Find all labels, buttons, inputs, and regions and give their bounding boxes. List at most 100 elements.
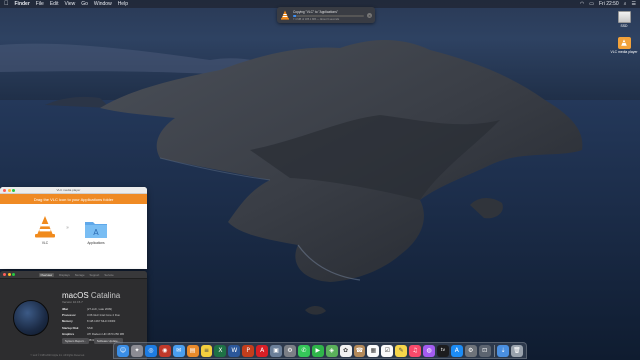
menu-file[interactable]: File (36, 1, 44, 7)
os-version: Version 10.15.7 (62, 300, 83, 304)
menu-help[interactable]: Help (118, 1, 128, 7)
apple-icon[interactable]:  (4, 1, 9, 7)
tab-storage[interactable]: Storage (75, 273, 85, 277)
desktop-icon-label: SSD (620, 24, 628, 28)
gear-icon[interactable]: ⚙ (283, 344, 296, 357)
launchpad-icon[interactable]: ✦ (131, 344, 143, 357)
mail-icon[interactable]: ✉ (172, 344, 185, 357)
messages-icon[interactable]: ✆ (297, 344, 310, 357)
control-list-icon[interactable]: ☰ (632, 1, 636, 7)
maps-icon[interactable]: ◈ (325, 344, 338, 357)
os-name: macOS Catalina (62, 291, 120, 300)
os-name-text: macOS (62, 291, 89, 300)
vlc-cone-icon (35, 216, 55, 238)
svg-text:A: A (93, 228, 99, 237)
books-icon[interactable]: ▤ (186, 344, 199, 357)
tab-support[interactable]: Support (90, 273, 100, 277)
calendar-icon[interactable]: ▦ (367, 344, 380, 357)
spec-list: iMac (27-inch, Late 2009) Processor 3.06 G… (62, 307, 124, 342)
applications-folder-icon: A (85, 222, 107, 238)
window-title: VLC media player (56, 188, 81, 192)
vlc-app-item[interactable]: VLC (33, 215, 57, 245)
zoom-button[interactable] (12, 273, 15, 276)
menu-clock[interactable]: Fri 22:50 (599, 1, 619, 7)
spec-row: Startup Disk SSD (62, 326, 124, 330)
hard-disk-icon (617, 11, 631, 23)
downloads-icon[interactable]: ⇣ (497, 344, 509, 357)
finder-icon[interactable]: ☺ (117, 344, 130, 357)
photos-icon[interactable]: ✿ (339, 344, 352, 357)
spec-row: Processor 3.06 GHz Intel Core 2 Duo (62, 313, 124, 317)
spec-key: Startup Disk (62, 325, 79, 330)
spec-row: iMac (27-inch, Late 2009) (62, 307, 124, 311)
preview-icon[interactable]: ▣ (270, 344, 282, 357)
menu-edit[interactable]: Edit (50, 1, 59, 7)
photo-booth-icon[interactable]: ◉ (158, 344, 171, 357)
trash-icon[interactable]: 🗑 (510, 344, 523, 357)
stickies-icon[interactable]: ✎ (395, 344, 408, 357)
spec-key: Memory (62, 319, 73, 324)
tab-overview[interactable]: Overview (38, 272, 55, 277)
reminders-icon[interactable]: ☑ (381, 344, 394, 357)
notes-icon[interactable]: ≡ (200, 344, 213, 357)
menu-window[interactable]: Window (94, 1, 112, 7)
vlc-icon (617, 37, 631, 49)
settings-icon[interactable]: ⚙ (464, 344, 477, 357)
spec-row: Memory 8 GB 1067 MHz DDR3 (62, 319, 124, 323)
copy-progress-fill (293, 14, 296, 17)
dock: ☺ ✦ ◎ ◉ ✉ ▤ ≡ X W P A ▣ ⚙ ✆ ▶ ◈ ✿ ☎ ▦ ☑ ✎ ♫ ◍ tv A ⚙ ⊡ ⇣ 🗑 (113, 342, 527, 359)
copy-progress-window: Copying "VLC" to "Applications" 7.4 MB o… (277, 7, 375, 23)
contacts-icon[interactable]: ☎ (353, 344, 366, 357)
menu-go[interactable]: Go (81, 1, 88, 7)
copy-title: Copying "VLC" to "Applications" (293, 9, 338, 14)
vlc-installer-window: VLC media player Drag the VLC icon to yo… (0, 187, 147, 269)
podcasts-icon[interactable]: ◍ (423, 344, 435, 357)
macos-catalina-logo (13, 300, 49, 336)
tab-displays[interactable]: Displays (59, 273, 70, 277)
close-button[interactable] (3, 273, 6, 276)
screenshot-icon[interactable]: ⊡ (478, 344, 491, 357)
music-icon[interactable]: ♫ (409, 344, 422, 357)
tab-service[interactable]: Service (104, 273, 113, 277)
acrobat-icon[interactable]: A (256, 344, 269, 357)
copyright-text: ™ and © 1983-2020 Apple Inc. All Rights … (30, 354, 85, 357)
applications-folder-item[interactable]: A Applications (84, 219, 108, 245)
desktop-icon-ssd[interactable]: SSD (609, 11, 639, 28)
spec-key: Processor (62, 313, 76, 318)
desktop-icon-label: VLC media player (610, 50, 638, 54)
spec-row: Graphics ATI Radeon HD 4670 256 MB (62, 332, 124, 336)
vlc-cone-icon (281, 10, 289, 20)
vlc-app-label: VLC (41, 241, 49, 245)
minimize-button[interactable] (7, 188, 11, 192)
spec-value: 8 GB 1067 MHz DDR3 (87, 319, 116, 324)
copy-progress-bar (293, 14, 364, 17)
installer-body: VLC ››› A Applications (0, 204, 147, 269)
spec-key: Graphics (62, 331, 75, 336)
spec-value: ATI Radeon HD 4670 256 MB (87, 331, 124, 336)
os-codename: Catalina (90, 291, 121, 300)
wifi-icon[interactable]: ◠ (580, 1, 584, 7)
excel-icon[interactable]: X (214, 344, 227, 357)
search-icon[interactable]: ⌕ (624, 1, 627, 7)
close-button[interactable] (3, 188, 6, 192)
facetime-icon[interactable]: ▶ (311, 344, 324, 357)
applications-label: Applications (87, 241, 105, 245)
cancel-copy-icon[interactable]: × (367, 12, 372, 18)
window-titlebar: VLC media player (0, 187, 147, 194)
safari-icon[interactable]: ◎ (144, 344, 157, 357)
menu-app-name[interactable]: Finder (15, 1, 30, 7)
minimize-button[interactable] (7, 273, 11, 276)
install-instructions-banner: Drag the VLC icon to your Applications f… (0, 194, 147, 204)
zoom-button[interactable] (12, 188, 15, 192)
tv-icon[interactable]: tv (436, 344, 449, 357)
spec-key: iMac (62, 307, 69, 311)
battery-icon[interactable]: ▭ (589, 1, 594, 7)
menu-view[interactable]: View (64, 1, 75, 7)
dock-separator (493, 344, 495, 357)
powerpoint-icon[interactable]: P (242, 344, 255, 357)
system-report-button[interactable]: System Report... (62, 338, 89, 344)
word-icon[interactable]: W (228, 344, 241, 357)
desktop-icon-vlc[interactable]: VLC media player (609, 37, 639, 54)
app-store-icon[interactable]: A (450, 344, 463, 357)
drag-arrows-icon: ››› (66, 225, 69, 231)
